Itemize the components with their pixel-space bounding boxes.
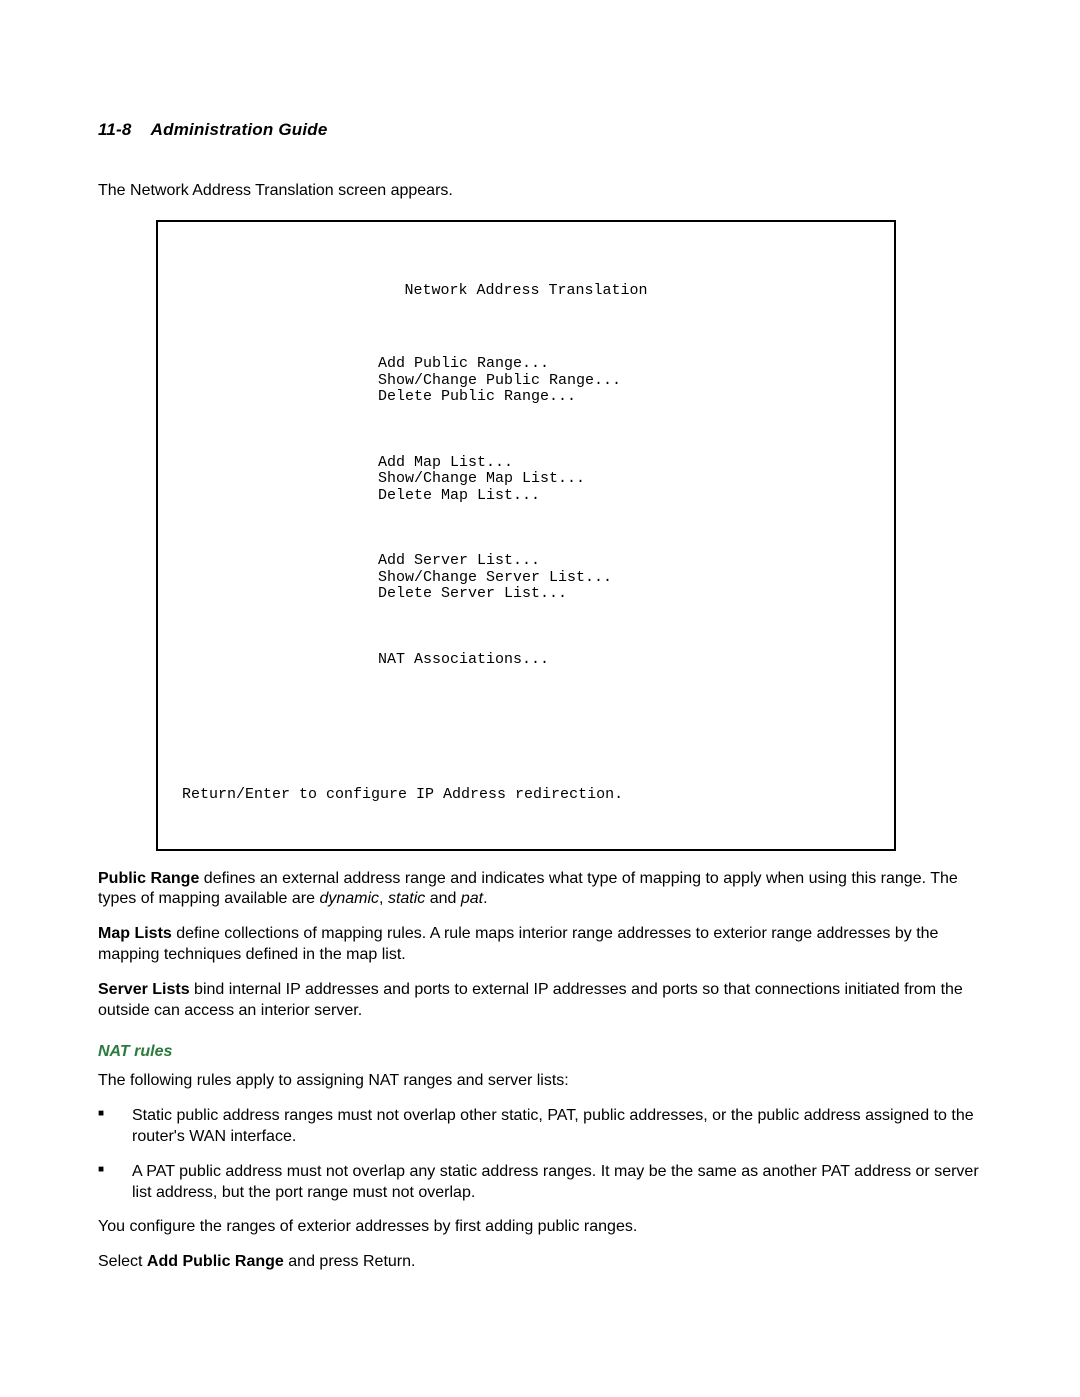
- list-item: Static public address ranges must not ov…: [98, 1106, 984, 1148]
- lead-map-lists: Map Lists: [98, 925, 172, 942]
- text-map-lists: define collections of mapping rules. A r…: [98, 925, 938, 963]
- sep2: and: [425, 890, 461, 907]
- italic-dynamic: dynamic: [319, 890, 379, 907]
- terminal-screen: Network Address Translation Add Public R…: [156, 220, 896, 851]
- nat-rules-heading: NAT rules: [98, 1043, 984, 1061]
- select-line: Select Add Public Range and press Return…: [98, 1252, 984, 1273]
- menu-group-public-range: Add Public Range... Show/Change Public R…: [378, 356, 874, 406]
- para-public-range: Public Range defines an external address…: [98, 869, 984, 911]
- intro-text: The Network Address Translation screen a…: [98, 180, 984, 202]
- pr-end: .: [483, 890, 487, 907]
- menu-group-nat-assoc: NAT Associations...: [378, 652, 874, 669]
- para-server-lists: Server Lists bind internal IP addresses …: [98, 980, 984, 1022]
- menu-group-map-list: Add Map List... Show/Change Map List... …: [378, 455, 874, 505]
- screen-title: Network Address Translation: [178, 283, 874, 300]
- sep1: ,: [379, 890, 388, 907]
- lead-public-range: Public Range: [98, 870, 199, 887]
- para-map-lists: Map Lists define collections of mapping …: [98, 924, 984, 966]
- italic-static: static: [388, 890, 425, 907]
- menu-group-server-list: Add Server List... Show/Change Server Li…: [378, 553, 874, 603]
- nat-rules-list: Static public address ranges must not ov…: [98, 1106, 984, 1203]
- config-line: You configure the ranges of exterior add…: [98, 1217, 984, 1238]
- select-bold: Add Public Range: [147, 1253, 284, 1270]
- lead-server-lists: Server Lists: [98, 981, 190, 998]
- text-server-lists: bind internal IP addresses and ports to …: [98, 981, 963, 1019]
- doc-title: Administration Guide: [151, 120, 328, 139]
- text-pr-1: defines an external address range and in…: [98, 870, 958, 908]
- list-item: A PAT public address must not overlap an…: [98, 1162, 984, 1204]
- screen-footer: Return/Enter to configure IP Address red…: [182, 787, 874, 804]
- italic-pat: pat: [461, 890, 483, 907]
- page-container: 11-8 Administration Guide The Network Ad…: [0, 0, 1080, 1397]
- nat-rules-intro: The following rules apply to assigning N…: [98, 1071, 984, 1092]
- select-pre: Select: [98, 1253, 147, 1270]
- select-post: and press Return.: [284, 1253, 416, 1270]
- page-header: 11-8 Administration Guide: [98, 120, 984, 140]
- page-number: 11-8: [98, 120, 132, 139]
